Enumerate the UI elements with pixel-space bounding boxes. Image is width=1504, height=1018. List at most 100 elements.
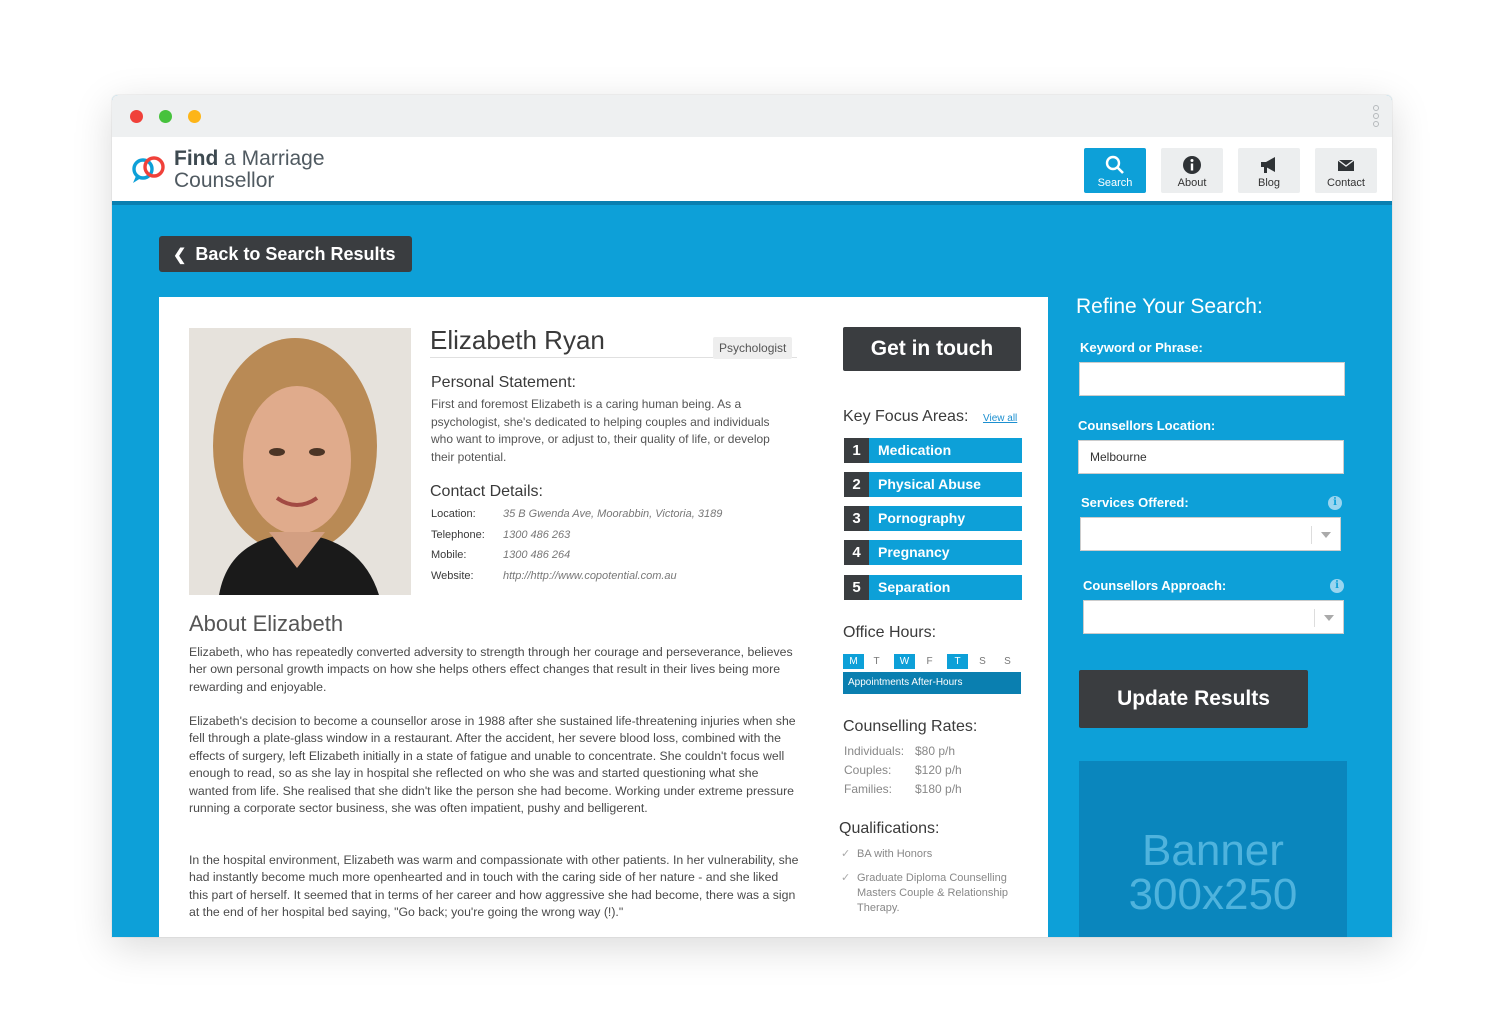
contact-value: 35 B Gwenda Ave, Moorabbin, Victoria, 31…: [503, 508, 723, 520]
nav-search-button[interactable]: Search: [1084, 148, 1146, 193]
services-info-icon[interactable]: i: [1328, 496, 1342, 510]
qualification-item: ✓ Graduate Diploma Counselling Masters Co…: [841, 871, 1031, 916]
check-icon: ✓: [841, 848, 851, 860]
focus-area-label: Pornography: [878, 510, 966, 526]
focus-area-item[interactable]: 5 Separation: [844, 575, 1022, 600]
keyword-label: Keyword or Phrase:: [1080, 340, 1203, 355]
rate-row: Couples: $120 p/h: [844, 763, 962, 777]
maximize-window-dot[interactable]: [159, 110, 172, 123]
keyword-input[interactable]: [1079, 362, 1345, 396]
contact-row-location: Location: 35 B Gwenda Ave, Moorabbin, Vic…: [431, 508, 722, 520]
counselling-rates-title: Counselling Rates:: [843, 718, 978, 735]
back-to-results-button[interactable]: ❮ Back to Search Results: [159, 236, 412, 272]
office-day: W: [894, 654, 915, 669]
focus-area-number: 4: [844, 540, 869, 565]
qualification-text: Graduate Diploma Counselling Masters Cou…: [857, 872, 1009, 914]
contact-label: Mobile:: [431, 549, 467, 561]
site-logo-text[interactable]: Find a Marriage Counsellor: [174, 148, 325, 192]
qualification-item: ✓ BA with Honors: [841, 847, 1031, 862]
focus-area-label: Separation: [878, 579, 951, 595]
browser-menu-icon[interactable]: [1373, 105, 1379, 129]
office-day: F: [919, 654, 940, 669]
contact-label: Website:: [431, 570, 474, 582]
contact-row-website: Website: http://http://www.copotential.co…: [431, 570, 677, 582]
info-icon: [1183, 156, 1201, 174]
focus-area-number: 2: [844, 472, 869, 497]
office-hours-title: Office Hours:: [843, 624, 937, 641]
focus-area-item[interactable]: 1 Medication: [844, 438, 1022, 463]
qualification-text: BA with Honors: [857, 848, 933, 860]
contact-value[interactable]: 1300 486 263: [503, 529, 570, 541]
envelope-icon: [1337, 159, 1355, 171]
chevron-left-icon: ❮: [173, 247, 187, 264]
contact-value[interactable]: 1300 486 264: [503, 549, 570, 561]
view-all-link[interactable]: View all: [983, 413, 1017, 424]
browser-chrome: [112, 95, 1392, 137]
location-input[interactable]: [1078, 440, 1344, 474]
focus-area-label: Medication: [878, 442, 952, 458]
nav-contact-label: Contact: [1327, 177, 1365, 189]
office-day: S: [972, 654, 993, 669]
focus-area-item[interactable]: 3 Pornography: [844, 506, 1022, 531]
about-paragraph: Elizabeth, who has repeatedly converted …: [189, 645, 793, 694]
site-header: Find a Marriage Counsellor Search About …: [112, 137, 1392, 205]
chevron-down-icon: [1314, 609, 1342, 627]
logo-word-counsellor: Counsellor: [174, 169, 275, 192]
check-icon: ✓: [841, 872, 851, 884]
website-link[interactable]: http://http://www.copotential.com.au: [503, 570, 677, 582]
nav-about-button[interactable]: About: [1161, 148, 1223, 193]
nav-blog-label: Blog: [1257, 177, 1281, 189]
nav-contact-button[interactable]: Contact: [1315, 148, 1377, 193]
rate-value: $120 p/h: [915, 763, 962, 777]
ad-banner[interactable]: Banner 300x250: [1079, 761, 1347, 937]
approach-select[interactable]: [1083, 600, 1344, 634]
logo-word-find: Find: [174, 147, 219, 170]
refine-search-title: Refine Your Search:: [1076, 295, 1263, 318]
close-window-dot[interactable]: [130, 110, 143, 123]
focus-area-number: 5: [844, 575, 869, 600]
focus-area-item[interactable]: 4 Pregnancy: [844, 540, 1022, 565]
nav-search-label: Search: [1097, 177, 1133, 189]
approach-label: Counsellors Approach:: [1083, 578, 1227, 593]
rate-row: Families: $180 p/h: [844, 782, 962, 796]
focus-area-label: Physical Abuse: [878, 476, 981, 492]
rate-label: Families:: [844, 782, 893, 796]
profile-card: Elizabeth Ryan Psychologist Personal Sta…: [159, 297, 1048, 937]
office-day: T: [866, 654, 887, 669]
office-day: M: [843, 654, 864, 669]
focus-area-label: Pregnancy: [878, 544, 950, 560]
rate-label: Couples:: [844, 763, 892, 777]
logo-word-marriage: a Marriage: [218, 147, 325, 170]
back-to-results-label: Back to Search Results: [195, 244, 396, 264]
services-label: Services Offered:: [1081, 495, 1189, 510]
minimize-window-dot[interactable]: [188, 110, 201, 123]
contact-row-mobile: Mobile: 1300 486 264: [431, 549, 570, 561]
office-day: T: [947, 654, 968, 669]
services-select[interactable]: [1080, 517, 1341, 551]
counsellor-name: Elizabeth Ryan: [430, 325, 605, 355]
focus-area-number: 3: [844, 506, 869, 531]
rate-row: Individuals: $80 p/h: [844, 744, 955, 758]
banner-line2: 300x250: [1128, 870, 1298, 919]
search-icon: [1105, 155, 1124, 174]
nav-about-label: About: [1177, 177, 1207, 189]
update-results-button[interactable]: Update Results: [1079, 670, 1308, 728]
chevron-down-icon: [1311, 526, 1339, 544]
contact-row-telephone: Telephone: 1300 486 263: [431, 529, 570, 541]
nav-blog-button[interactable]: Blog: [1238, 148, 1300, 193]
focus-area-number: 1: [844, 438, 869, 463]
office-day: S: [997, 654, 1018, 669]
appointments-after-hours: Appointments After-Hours: [843, 672, 1021, 694]
rate-label: Individuals:: [844, 744, 905, 758]
rate-value: $180 p/h: [915, 782, 962, 796]
get-in-touch-button[interactable]: Get in touch: [843, 327, 1021, 371]
location-label: Counsellors Location:: [1078, 418, 1216, 433]
contact-label: Location:: [431, 508, 476, 520]
approach-info-icon[interactable]: i: [1330, 579, 1344, 593]
focus-area-item[interactable]: 2 Physical Abuse: [844, 472, 1022, 497]
megaphone-icon: [1261, 157, 1275, 173]
about-paragraph: In the hospital environment, Elizabeth w…: [189, 853, 799, 920]
browser-window: Find a Marriage Counsellor Search About …: [112, 95, 1392, 937]
profile-photo: [189, 328, 411, 595]
about-paragraph: Elizabeth's decision to become a counsel…: [189, 714, 796, 816]
